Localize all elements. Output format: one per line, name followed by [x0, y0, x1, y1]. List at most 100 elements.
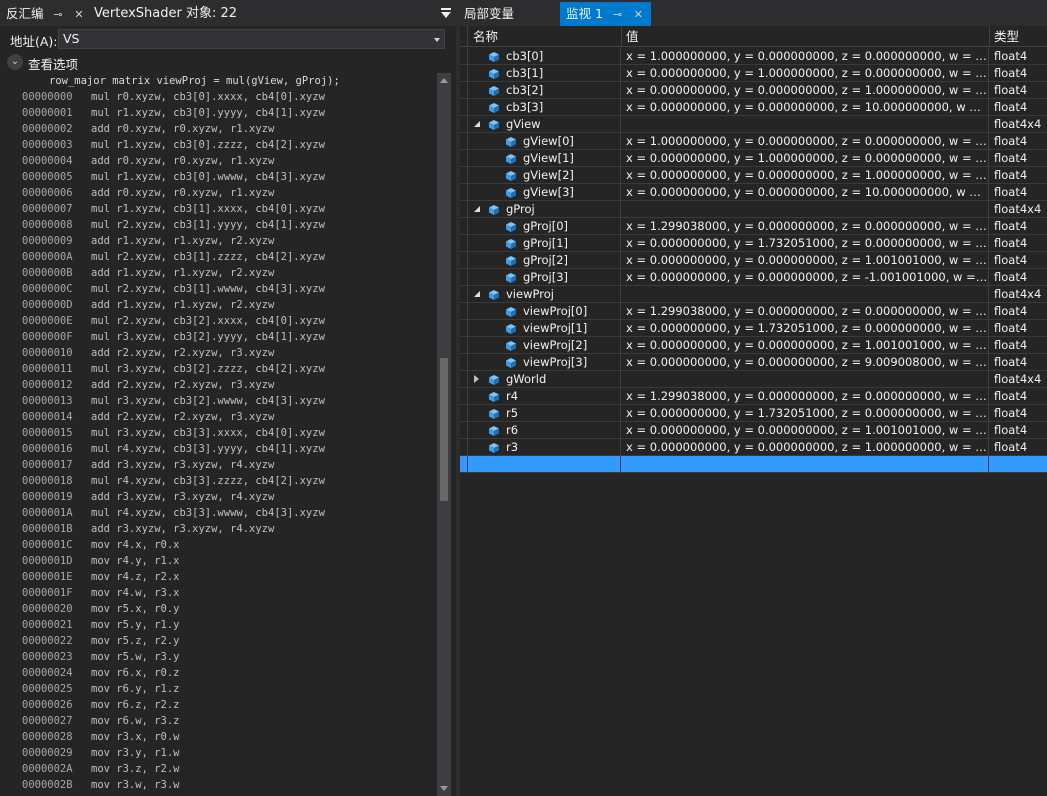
header-name[interactable]: 名称 — [469, 26, 622, 47]
watch-value[interactable]: x = 0.000000000, y = 0.000000000, z = 1.… — [622, 82, 989, 99]
watch-row[interactable]: gProj float4x4 — [460, 201, 1047, 218]
watch-name-cell[interactable]: gProj[0] — [469, 218, 621, 235]
instruction-line[interactable]: 00000000 mul r0.xyzw, cb3[0].xxxx, cb4[0]… — [0, 89, 437, 105]
instruction-line[interactable]: 0000000A mul r2.xyzw, cb3[1].zzzz, cb4[2]… — [0, 249, 437, 265]
watch-value[interactable]: x = 0.000000000, y = 1.000000000, z = 0.… — [622, 65, 989, 82]
watch-value[interactable]: x = 0.000000000, y = 0.000000000, z = -1… — [622, 269, 989, 286]
tab-disassembly[interactable]: 反汇编 ⊸ ✕ — [0, 2, 92, 27]
watch-value[interactable] — [622, 371, 989, 388]
watch-row[interactable]: r5 x = 0.000000000, y = 1.732051000, z = … — [460, 405, 1047, 422]
watch-name-cell[interactable]: viewProj[1] — [469, 320, 621, 337]
instruction-line[interactable]: 00000001 mul r1.xyzw, cb3[0].yyyy, cb4[1]… — [0, 105, 437, 121]
watch-name-cell[interactable]: gView[1] — [469, 150, 621, 167]
instruction-line[interactable]: 00000027 mov r6.w, r3.z — [0, 713, 437, 729]
instruction-line[interactable]: 00000024 mov r6.x, r0.z — [0, 665, 437, 681]
watch-name-cell[interactable]: viewProj — [469, 286, 621, 303]
watch-name-cell[interactable]: r5 — [469, 405, 621, 422]
view-options-row[interactable]: ⌄ 查看选项 — [0, 51, 456, 73]
instruction-line[interactable]: 00000016 mul r4.xyzw, cb3[3].yyyy, cb4[1]… — [0, 441, 437, 457]
instruction-line[interactable]: 0000000C mul r2.xyzw, cb3[1].wwww, cb4[3]… — [0, 281, 437, 297]
instruction-line[interactable]: 00000004 add r0.xyzw, r0.xyzw, r1.xyzw — [0, 153, 437, 169]
expanded-arrow-icon[interactable] — [474, 206, 480, 212]
instruction-line[interactable]: 0000000F mul r3.xyzw, cb3[2].yyyy, cb4[1]… — [0, 329, 437, 345]
watch-row[interactable]: gView[1] x = 0.000000000, y = 1.000000000… — [460, 150, 1047, 167]
watch-value[interactable]: x = 0.000000000, y = 0.000000000, z = 10… — [622, 184, 989, 201]
add-watch-row[interactable] — [460, 456, 1047, 473]
chevron-down-icon[interactable] — [434, 38, 440, 42]
watch-row[interactable]: viewProj[1] x = 0.000000000, y = 1.732051… — [460, 320, 1047, 337]
watch-value[interactable]: x = 0.000000000, y = 0.000000000, z = 1.… — [622, 422, 989, 439]
instruction-line[interactable]: 00000009 add r1.xyzw, r1.xyzw, r2.xyzw — [0, 233, 437, 249]
pin-icon[interactable]: ⊸ — [611, 3, 624, 27]
instruction-line[interactable]: 0000000E mul r2.xyzw, cb3[2].xxxx, cb4[0]… — [0, 313, 437, 329]
watch-row[interactable]: gView[0] x = 1.000000000, y = 0.000000000… — [460, 133, 1047, 150]
watch-row[interactable]: gView[2] x = 0.000000000, y = 0.000000000… — [460, 167, 1047, 184]
watch-row[interactable]: viewProj[2] x = 0.000000000, y = 0.000000… — [460, 337, 1047, 354]
watch-value[interactable]: x = 1.299038000, y = 0.000000000, z = 0.… — [622, 388, 989, 405]
instruction-line[interactable]: 0000000B add r1.xyzw, r1.xyzw, r2.xyzw — [0, 265, 437, 281]
vertical-scrollbar[interactable] — [437, 73, 451, 796]
watch-value[interactable]: x = 1.000000000, y = 0.000000000, z = 0.… — [622, 133, 989, 150]
expanded-arrow-icon[interactable] — [474, 121, 480, 127]
watch-row[interactable]: gView float4x4 — [460, 116, 1047, 133]
watch-value[interactable]: x = 1.299038000, y = 0.000000000, z = 0.… — [622, 218, 989, 235]
scrollbar-thumb[interactable] — [440, 358, 448, 501]
instruction-line[interactable]: 00000020 mov r5.x, r0.y — [0, 601, 437, 617]
header-value[interactable]: 值 — [622, 26, 990, 47]
close-icon[interactable]: ✕ — [72, 3, 85, 27]
watch-row[interactable]: viewProj[0] x = 1.299038000, y = 0.000000… — [460, 303, 1047, 320]
watch-value[interactable]: x = 0.000000000, y = 1.732051000, z = 0.… — [622, 320, 989, 337]
watch-name-cell[interactable]: r6 — [469, 422, 621, 439]
collapsed-arrow-icon[interactable] — [474, 375, 479, 383]
watch-name-cell[interactable]: viewProj[2] — [469, 337, 621, 354]
watch-row[interactable]: cb3[1] x = 0.000000000, y = 1.000000000, … — [460, 65, 1047, 82]
watch-name-cell[interactable]: gProj[1] — [469, 235, 621, 252]
watch-value[interactable] — [622, 116, 989, 133]
watch-row[interactable]: gWorld float4x4 — [460, 371, 1047, 388]
instruction-line[interactable]: 0000001E mov r4.z, r2.x — [0, 569, 437, 585]
instruction-line[interactable]: 00000015 mul r3.xyzw, cb3[3].xxxx, cb4[0]… — [0, 425, 437, 441]
watch-name-cell[interactable]: gView[0] — [469, 133, 621, 150]
watch-row[interactable]: r4 x = 1.299038000, y = 0.000000000, z = … — [460, 388, 1047, 405]
header-type[interactable]: 类型 — [990, 26, 1047, 47]
watch-name-cell[interactable]: gView[2] — [469, 167, 621, 184]
watch-row[interactable]: cb3[2] x = 0.000000000, y = 0.000000000, … — [460, 82, 1047, 99]
instruction-line[interactable]: 00000005 mul r1.xyzw, cb3[0].wwww, cb4[3]… — [0, 169, 437, 185]
watch-value[interactable] — [622, 201, 989, 218]
watch-name-cell[interactable]: gView[3] — [469, 184, 621, 201]
instruction-line[interactable]: 00000025 mov r6.y, r1.z — [0, 681, 437, 697]
watch-row[interactable]: gProj[1] x = 0.000000000, y = 1.732051000… — [460, 235, 1047, 252]
watch-name-cell[interactable]: gProj — [469, 201, 621, 218]
watch-name-cell[interactable]: cb3[2] — [469, 82, 621, 99]
instruction-line[interactable]: 00000013 mul r3.xyzw, cb3[2].wwww, cb4[3]… — [0, 393, 437, 409]
watch-value[interactable]: x = 0.000000000, y = 0.000000000, z = 9.… — [622, 354, 989, 371]
instruction-line[interactable]: 00000002 add r0.xyzw, r0.xyzw, r1.xyzw — [0, 121, 437, 137]
watch-name-cell[interactable]: gProj[3] — [469, 269, 621, 286]
instruction-line[interactable]: 0000000D add r1.xyzw, r1.xyzw, r2.xyzw — [0, 297, 437, 313]
watch-value[interactable] — [622, 286, 989, 303]
watch-row[interactable]: viewProj[3] x = 0.000000000, y = 0.000000… — [460, 354, 1047, 371]
watch-name-cell[interactable]: r3 — [469, 439, 621, 456]
instruction-line[interactable]: 00000010 add r2.xyzw, r2.xyzw, r3.xyzw — [0, 345, 437, 361]
watch-value[interactable]: x = 0.000000000, y = 1.000000000, z = 0.… — [622, 150, 989, 167]
watch-value[interactable]: x = 1.299038000, y = 0.000000000, z = 0.… — [622, 303, 989, 320]
watch-value[interactable]: x = 1.000000000, y = 0.000000000, z = 0.… — [622, 48, 989, 65]
watch-row[interactable]: r6 x = 0.000000000, y = 0.000000000, z = … — [460, 422, 1047, 439]
watch-row[interactable]: r3 x = 0.000000000, y = 0.000000000, z = … — [460, 439, 1047, 456]
tab-locals[interactable]: 局部变量 — [460, 2, 521, 26]
instruction-line[interactable]: 00000029 mov r3.y, r1.w — [0, 745, 437, 761]
watch-value[interactable]: x = 0.000000000, y = 0.000000000, z = 1.… — [622, 439, 989, 456]
watch-name-cell[interactable]: gWorld — [469, 371, 621, 388]
watch-name-cell[interactable]: r4 — [469, 388, 621, 405]
address-combobox[interactable]: VS — [58, 29, 445, 49]
watch-row[interactable]: viewProj float4x4 — [460, 286, 1047, 303]
instruction-line[interactable]: 00000007 mul r1.xyzw, cb3[1].xxxx, cb4[0]… — [0, 201, 437, 217]
instruction-line[interactable]: 00000021 mov r5.y, r1.y — [0, 617, 437, 633]
instruction-line[interactable]: 00000008 mul r2.xyzw, cb3[1].yyyy, cb4[1]… — [0, 217, 437, 233]
watch-value[interactable]: x = 0.000000000, y = 0.000000000, z = 10… — [622, 99, 989, 116]
watch-row[interactable]: gProj[3] x = 0.000000000, y = 0.000000000… — [460, 269, 1047, 286]
instruction-line[interactable]: 00000017 add r3.xyzw, r3.xyzw, r4.xyzw — [0, 457, 437, 473]
instruction-line[interactable]: 00000019 add r3.xyzw, r3.xyzw, r4.xyzw — [0, 489, 437, 505]
instruction-line[interactable]: 0000001F mov r4.w, r3.x — [0, 585, 437, 601]
instruction-line[interactable]: 00000023 mov r5.w, r3.y — [0, 649, 437, 665]
